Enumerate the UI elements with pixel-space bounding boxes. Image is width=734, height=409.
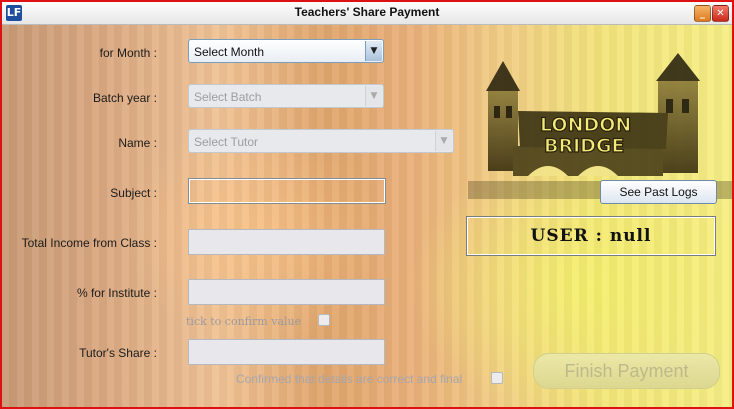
tutor-share-field[interactable]: [188, 339, 385, 365]
logo-line-1: LONDON: [540, 114, 631, 136]
user-display: USER : null: [466, 216, 716, 256]
user-text: USER : null: [530, 226, 652, 246]
month-select-value: Select Month: [194, 45, 265, 59]
confirm-final-label: Confirmed that details are correct and f…: [236, 372, 463, 386]
month-select[interactable]: Select Month ▼: [188, 39, 384, 63]
name-label: Name :: [118, 136, 157, 150]
title-bar: LF Teachers' Share Payment _ ✕: [2, 2, 732, 25]
income-label: Total Income from Class :: [21, 236, 157, 250]
institute-label: % for Institute :: [76, 286, 157, 300]
tutor-select[interactable]: Select Tutor ▼: [188, 129, 454, 153]
subject-label: Subject :: [110, 186, 157, 200]
institute-field[interactable]: [188, 279, 385, 305]
london-bridge-logo: LONDON BRIDGE: [468, 53, 732, 199]
confirm-value-checkbox[interactable]: [318, 314, 330, 326]
chevron-down-icon[interactable]: ▼: [435, 131, 452, 151]
batch-select-value: Select Batch: [194, 90, 262, 104]
window-title: Teachers' Share Payment: [294, 5, 440, 19]
tutor-select-value: Select Tutor: [194, 135, 259, 149]
window: LF Teachers' Share Payment _ ✕ LONDON BR…: [0, 0, 734, 409]
minimize-icon[interactable]: _: [694, 5, 711, 22]
chevron-down-icon[interactable]: ▼: [365, 86, 382, 106]
subject-field[interactable]: [188, 178, 386, 204]
income-field[interactable]: [188, 229, 385, 255]
logo-line-2: BRIDGE: [544, 135, 625, 157]
see-past-logs-button[interactable]: See Past Logs: [600, 180, 717, 204]
confirm-final-checkbox[interactable]: [491, 372, 503, 384]
form-panel: LONDON BRIDGE for Month : Select Month ▼…: [2, 25, 732, 407]
batch-select[interactable]: Select Batch ▼: [188, 84, 384, 108]
close-icon[interactable]: ✕: [712, 5, 729, 22]
tutor-share-label: Tutor's Share :: [79, 346, 157, 360]
tick-confirm-label: tick to confirm value: [186, 315, 302, 328]
chevron-down-icon[interactable]: ▼: [365, 41, 382, 61]
batch-year-label: Batch year :: [92, 91, 157, 105]
month-label: for Month :: [99, 46, 157, 60]
finish-payment-button[interactable]: Finish Payment: [533, 353, 720, 389]
